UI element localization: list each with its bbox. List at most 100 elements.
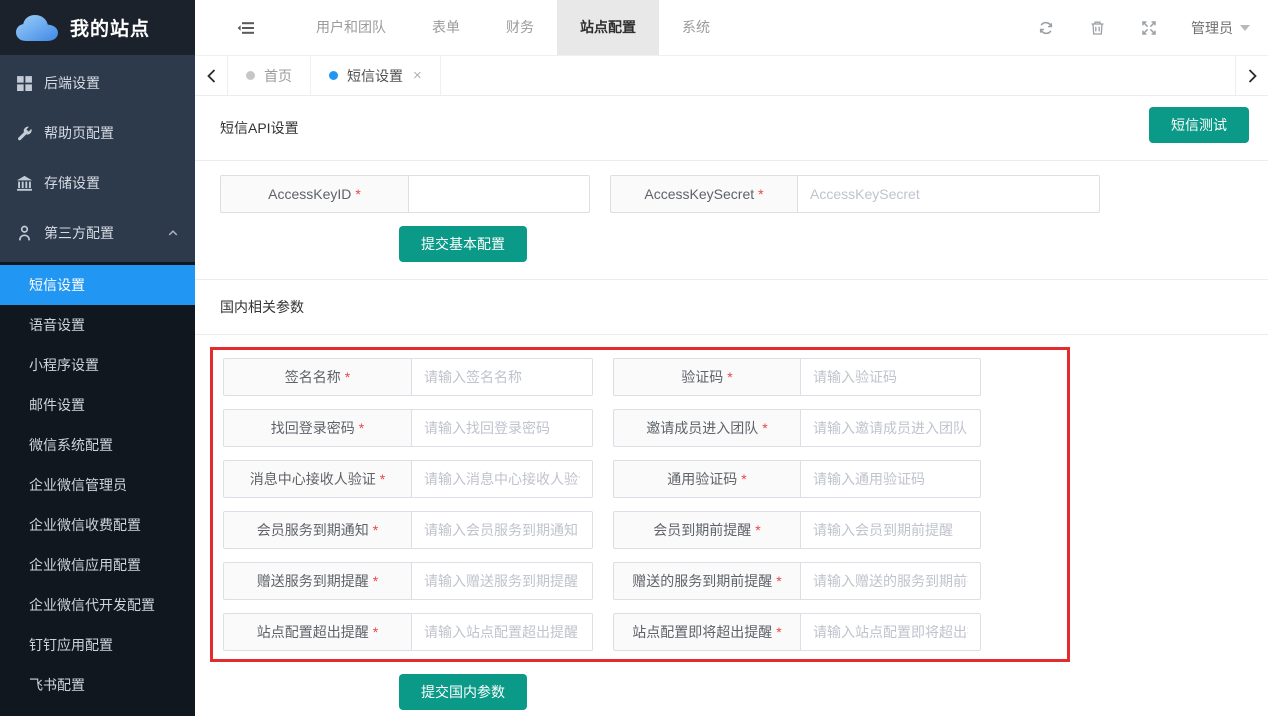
required-asterisk: * xyxy=(380,471,385,487)
nav-item-users-teams[interactable]: 用户和团队 xyxy=(293,0,409,55)
accesskeyid-input[interactable] xyxy=(408,175,590,213)
gift-service-expiry-input[interactable] xyxy=(411,562,593,600)
tab-label: 首页 xyxy=(264,66,292,86)
required-asterisk: * xyxy=(345,369,350,385)
general-verification-input[interactable] xyxy=(800,460,981,498)
field-label: 站点配置超出提醒* xyxy=(223,613,411,651)
required-asterisk: * xyxy=(741,471,746,487)
member-expiry-reminder-input[interactable] xyxy=(800,511,981,549)
tab-bar-spacer xyxy=(441,56,1235,95)
input-group: 消息中心接收人验证* xyxy=(223,460,593,498)
sidebar-subitem-feishu-config[interactable]: 飞书配置 xyxy=(0,665,195,705)
field-label-text: 验证码 xyxy=(681,367,723,387)
input-group: 会员到期前提醒* xyxy=(613,511,981,549)
field-label-text: AccessKeyID xyxy=(268,186,351,202)
sidebar-main-menu: 后端设置 帮助页配置 存储设置 第三方配置 xyxy=(0,55,195,262)
fullscreen-icon[interactable] xyxy=(1141,20,1157,36)
message-center-receiver-input[interactable] xyxy=(411,460,593,498)
site-config-exceeded-input[interactable] xyxy=(411,613,593,651)
nav-item-system[interactable]: 系统 xyxy=(659,0,733,55)
top-nav-items: 用户和团队 表单 财务 站点配置 系统 xyxy=(293,0,733,55)
api-section-title: 短信API设置 xyxy=(220,118,299,138)
refresh-icon[interactable] xyxy=(1038,20,1054,36)
field-label: AccessKeyID* xyxy=(220,175,408,213)
person-icon xyxy=(16,225,33,242)
nav-item-site-config[interactable]: 站点配置 xyxy=(557,0,659,55)
field-label: 赠送的服务到期前提醒* xyxy=(613,562,800,600)
field-label-text: 通用验证码 xyxy=(667,469,737,489)
nav-item-forms[interactable]: 表单 xyxy=(409,0,483,55)
submit-domestic-params-button[interactable]: 提交国内参数 xyxy=(399,674,527,710)
sidebar-item-backend-settings[interactable]: 后端设置 xyxy=(0,58,195,108)
sidebar-subitem-dingtalk-app-config[interactable]: 钉钉应用配置 xyxy=(0,625,195,665)
field-label: 邀请成员进入团队* xyxy=(613,409,800,447)
wrench-icon xyxy=(16,125,33,142)
field-label: 验证码* xyxy=(613,358,800,396)
input-group: 站点配置超出提醒* xyxy=(223,613,593,651)
nav-item-finance[interactable]: 财务 xyxy=(483,0,557,55)
field-label-text: 会员到期前提醒 xyxy=(653,520,751,540)
invite-member-input[interactable] xyxy=(800,409,981,447)
signature-name-input[interactable] xyxy=(411,358,593,396)
user-menu[interactable]: 管理员 xyxy=(1191,18,1250,38)
field-label-text: 找回登录密码 xyxy=(271,418,355,438)
accesskeysecret-input[interactable] xyxy=(797,175,1100,213)
tab-bar: 首页 短信设置 × xyxy=(195,55,1268,96)
caret-down-icon xyxy=(1240,25,1250,31)
sidebar-subitem-wecom-devproxy-config[interactable]: 企业微信代开发配置 xyxy=(0,585,195,625)
sidebar-subitem-wecom-billing-config[interactable]: 企业微信收费配置 xyxy=(0,505,195,545)
required-asterisk: * xyxy=(359,420,364,436)
sidebar-subitem-sms-settings[interactable]: 短信设置 xyxy=(0,265,195,305)
input-group: 验证码* xyxy=(613,358,981,396)
sidebar-subitem-wechat-system-config[interactable]: 微信系统配置 xyxy=(0,425,195,465)
bank-icon xyxy=(16,175,33,192)
submit-basic-config-button[interactable]: 提交基本配置 xyxy=(399,226,527,262)
chevron-up-icon xyxy=(167,227,179,239)
tab-sms-settings[interactable]: 短信设置 × xyxy=(311,56,441,95)
input-group: 赠送的服务到期前提醒* xyxy=(613,562,981,600)
sidebar-item-help-page-config[interactable]: 帮助页配置 xyxy=(0,108,195,158)
sidebar-subitem-voice-settings[interactable]: 语音设置 xyxy=(0,305,195,345)
tabs-scroll-right[interactable] xyxy=(1235,56,1268,95)
sidebar-submenu: 短信设置 语音设置 小程序设置 邮件设置 微信系统配置 企业微信管理员 企业微信… xyxy=(0,262,195,708)
tab-close-icon[interactable]: × xyxy=(413,68,422,83)
tab-home[interactable]: 首页 xyxy=(228,56,311,95)
tab-status-dot xyxy=(246,71,255,80)
tabs-scroll-left[interactable] xyxy=(195,56,228,95)
menu-fold-icon[interactable] xyxy=(237,20,255,36)
sidebar-subitem-wecom-app-config[interactable]: 企业微信应用配置 xyxy=(0,545,195,585)
field-label-text: 签名名称 xyxy=(285,367,341,387)
sidebar-subitem-miniprogram-settings[interactable]: 小程序设置 xyxy=(0,345,195,385)
fields-row: 签名名称* 验证码* xyxy=(223,358,1067,396)
required-asterisk: * xyxy=(373,573,378,589)
trash-icon[interactable] xyxy=(1090,20,1105,36)
fields-row: 找回登录密码* 邀请成员进入团队* xyxy=(223,409,1067,447)
sidebar-item-label: 帮助页配置 xyxy=(44,123,114,143)
user-menu-label: 管理员 xyxy=(1191,18,1233,38)
sidebar-item-third-party-config[interactable]: 第三方配置 xyxy=(0,208,195,258)
required-asterisk: * xyxy=(776,573,781,589)
sidebar: 我的站点 后端设置 帮助页配置 存储设置 xyxy=(0,0,195,716)
field-label: 找回登录密码* xyxy=(223,409,411,447)
tab-status-dot xyxy=(329,71,338,80)
input-group-accesskeysecret: AccessKeySecret* xyxy=(610,175,1100,213)
field-label-text: 站点配置超出提醒 xyxy=(257,622,369,642)
site-config-near-exceeded-input[interactable] xyxy=(800,613,981,651)
gift-service-pre-expiry-input[interactable] xyxy=(800,562,981,600)
sidebar-item-storage-settings[interactable]: 存储设置 xyxy=(0,158,195,208)
input-group-accesskeyid: AccessKeyID* xyxy=(220,175,590,213)
field-label-text: 站点配置即将超出提醒 xyxy=(632,622,772,642)
verification-code-input[interactable] xyxy=(800,358,981,396)
sms-test-button[interactable]: 短信测试 xyxy=(1149,107,1249,143)
cloud-logo-icon xyxy=(13,12,61,44)
password-recovery-input[interactable] xyxy=(411,409,593,447)
member-service-expiry-input[interactable] xyxy=(411,511,593,549)
domestic-fields-highlight-box: 签名名称* 验证码* 找回登录密码* 邀请成员进入团队* xyxy=(210,347,1070,662)
sidebar-subitem-wecom-admin[interactable]: 企业微信管理员 xyxy=(0,465,195,505)
sidebar-item-label: 后端设置 xyxy=(44,73,100,93)
app-title: 我的站点 xyxy=(70,14,150,41)
app-logo: 我的站点 xyxy=(0,0,195,55)
domestic-section-title: 国内相关参数 xyxy=(195,280,1268,334)
sidebar-subitem-mail-settings[interactable]: 邮件设置 xyxy=(0,385,195,425)
field-label: 赠送服务到期提醒* xyxy=(223,562,411,600)
